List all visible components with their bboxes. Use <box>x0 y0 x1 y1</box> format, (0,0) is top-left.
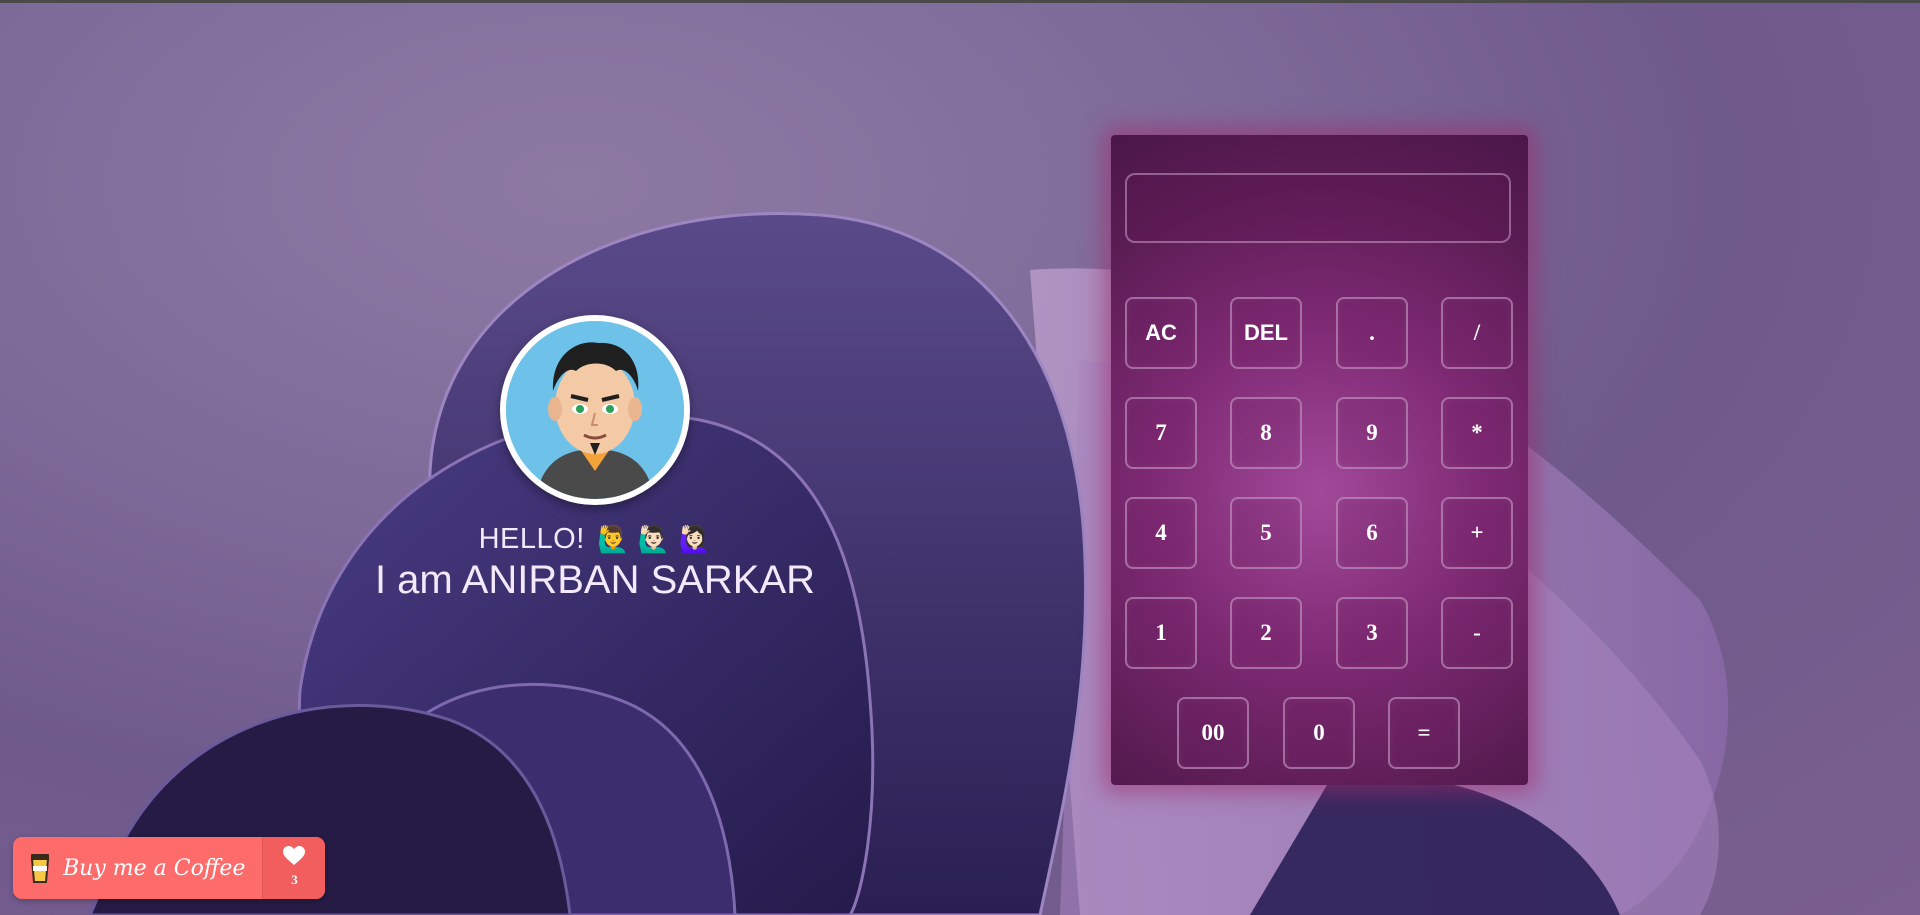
cartoon-avatar-icon <box>506 321 684 499</box>
avatar <box>500 315 690 505</box>
digit-1-button[interactable]: 1 <box>1125 597 1197 669</box>
digit-4-button[interactable]: 4 <box>1125 497 1197 569</box>
buy-me-a-coffee-button[interactable]: Buy me a Coffee <box>13 837 262 899</box>
profile-name: I am ANIRBAN SARKAR <box>374 558 816 602</box>
buy-me-a-coffee-widget[interactable]: Buy me a Coffee 3 <box>13 837 325 899</box>
digit-3-button[interactable]: 3 <box>1336 597 1408 669</box>
divide-button[interactable]: / <box>1441 297 1513 369</box>
calculator-display[interactable] <box>1125 173 1511 243</box>
greeting-label: HELLO! <box>478 523 585 555</box>
double-zero-button[interactable]: 00 <box>1177 697 1249 769</box>
supporter-count: 3 <box>291 872 298 887</box>
digit-5-button[interactable]: 5 <box>1230 497 1302 569</box>
waving-emojis: 🙋‍♂️ 🙋🏻‍♂️ 🙋🏻‍♀️ <box>597 524 712 554</box>
buy-me-a-coffee-label: Buy me a Coffee <box>63 855 246 881</box>
delete-button[interactable]: DEL <box>1230 297 1302 369</box>
digit-0-button[interactable]: 0 <box>1283 697 1355 769</box>
decimal-button[interactable]: . <box>1336 297 1408 369</box>
supporter-count-panel[interactable]: 3 <box>262 837 325 899</box>
digit-9-button[interactable]: 9 <box>1336 397 1408 469</box>
digit-2-button[interactable]: 2 <box>1230 597 1302 669</box>
coffee-cup-icon <box>30 854 50 883</box>
digit-7-button[interactable]: 7 <box>1125 397 1197 469</box>
heart-icon <box>283 846 305 865</box>
greeting-text: HELLO! 🙋‍♂️ 🙋🏻‍♂️ 🙋🏻‍♀️ <box>300 523 890 556</box>
equals-button[interactable]: = <box>1388 697 1460 769</box>
minus-button[interactable]: - <box>1441 597 1513 669</box>
profile-section: HELLO! 🙋‍♂️ 🙋🏻‍♂️ 🙋🏻‍♀️ I am ANIRBAN SAR… <box>300 315 890 603</box>
digit-8-button[interactable]: 8 <box>1230 397 1302 469</box>
calculator: AC DEL . / 7 8 9 * 4 5 6 + 1 2 3 - 00 0 … <box>1111 135 1528 785</box>
wallpaper-bloom <box>88 212 1729 915</box>
digit-6-button[interactable]: 6 <box>1336 497 1408 569</box>
multiply-button[interactable]: * <box>1441 397 1513 469</box>
all-clear-button[interactable]: AC <box>1125 297 1197 369</box>
plus-button[interactable]: + <box>1441 497 1513 569</box>
